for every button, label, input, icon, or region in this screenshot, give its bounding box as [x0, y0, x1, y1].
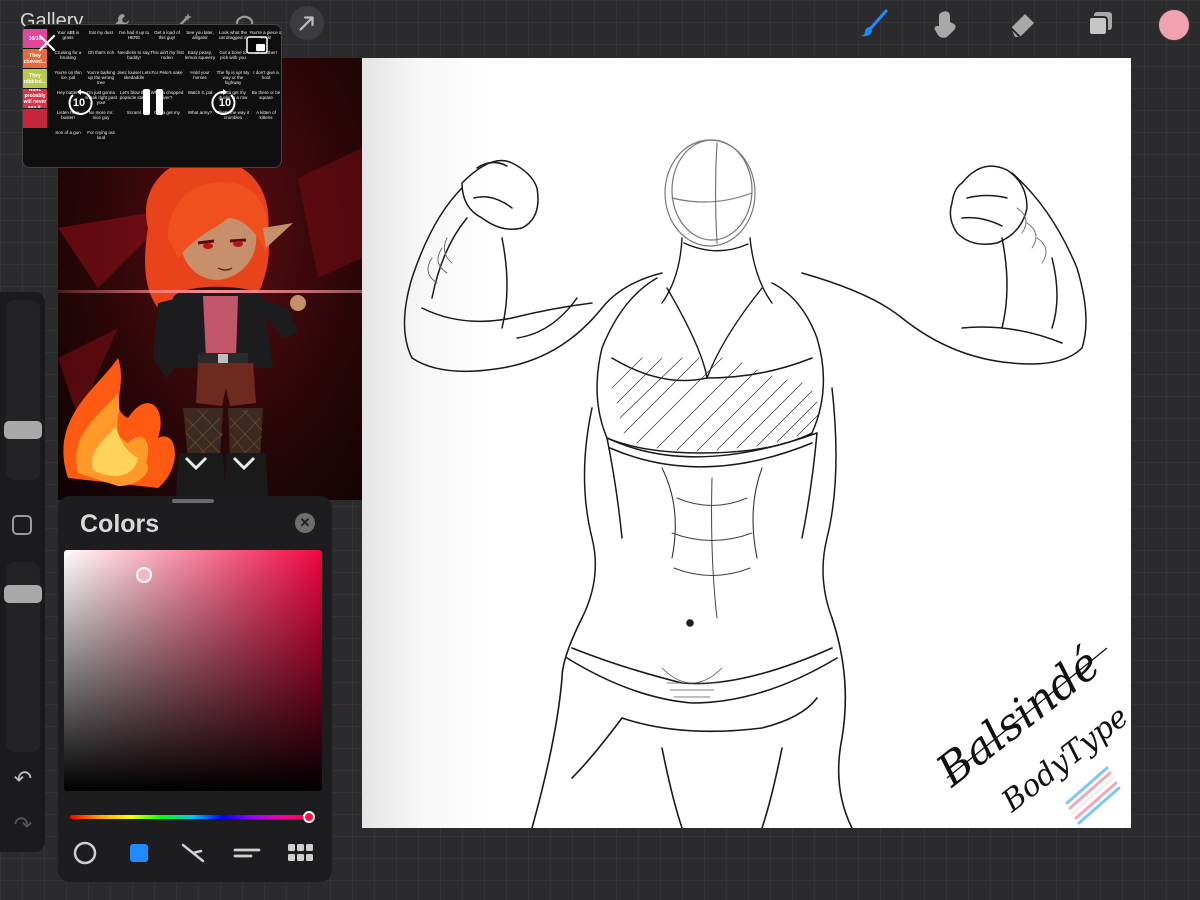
tier-label: They nibbled... [23, 69, 47, 88]
phrase-cell: Oh that's rich [87, 50, 115, 55]
skip-back-icon[interactable]: 10 [65, 89, 93, 117]
harmony-icon[interactable] [179, 842, 207, 864]
phrase-cell: I've had it up to HERE [118, 30, 150, 41]
flag-lines [1065, 766, 1121, 825]
sidebar: ↶ ↷ [0, 292, 45, 852]
phrase-cell: Needless to say, buddy! [117, 50, 151, 61]
phrase-cell: Son of a gun [55, 130, 81, 135]
brush-size-handle[interactable] [4, 420, 42, 439]
phrase-cell: Jeez louise! Lets skedaddle [117, 70, 151, 81]
signature: Balsindé BodyType [927, 638, 1131, 820]
figure-sketch: Balsindé BodyType [403, 139, 1131, 828]
undo-icon[interactable]: ↶ [10, 766, 36, 792]
eraser-icon[interactable] [1005, 6, 1041, 42]
value-icon[interactable] [233, 842, 261, 864]
opacity-handle[interactable] [4, 584, 42, 603]
skip-forward-label: 10 [218, 97, 232, 109]
laser-beam [58, 290, 362, 293]
phrase-cell: I don't give a hoot [253, 70, 279, 81]
phrase-cell: For Pete's sake [151, 70, 183, 75]
disc-icon[interactable] [71, 841, 99, 865]
smudge-icon[interactable] [928, 6, 964, 42]
phrase-cell: A kitten of kittens [256, 110, 276, 121]
phrase-cell: You're on thin ice, pal [54, 70, 82, 81]
drawing-canvas[interactable]: Balsindé BodyType [362, 58, 1131, 828]
left-arm-sketch [403, 159, 663, 373]
phrase-cell: See you later, alligator [186, 30, 214, 41]
tier-label [23, 109, 47, 128]
skip-forward-icon[interactable]: 10 [211, 89, 239, 117]
panel-grabber[interactable] [172, 499, 214, 503]
phrase-cell: Hold your horses [190, 70, 210, 81]
top-hatching [611, 357, 821, 452]
phrase-cell: This ain't my first rodeo [150, 50, 184, 61]
phrase-cell: Eat my dust [89, 30, 113, 35]
saturation-value-picker[interactable] [64, 550, 322, 791]
phrase-cell: For crying out loud [87, 130, 115, 141]
phrase-cell: Be there or be square [251, 90, 281, 101]
torso-sketch [581, 277, 837, 627]
hue-slider[interactable] [70, 815, 314, 819]
transform-arrow-icon[interactable] [290, 6, 324, 40]
phrase-cell: Get a load of this guy! [154, 30, 180, 41]
layers-icon[interactable] [1082, 6, 1118, 42]
hue-slider-knob[interactable] [303, 811, 316, 823]
modify-button[interactable] [12, 515, 32, 535]
redo-icon[interactable]: ↷ [10, 812, 36, 838]
video-overlay[interactable]: 10/10 They chewed... They nibbled... Nom. p… [22, 24, 282, 168]
skip-back-label: 10 [72, 97, 86, 109]
head-sketch [664, 139, 756, 247]
phrase-cell: You're barking up the wrong tree [86, 70, 116, 86]
pip-icon[interactable] [245, 35, 269, 55]
current-color-swatch[interactable] [1158, 9, 1190, 41]
pause-icon[interactable] [140, 87, 166, 117]
colors-panel: Colors ✕ [58, 496, 332, 882]
brush-icon[interactable] [855, 6, 891, 42]
phrase-cell: The fly is up! My way or the highway [216, 70, 250, 86]
close-panel-icon[interactable]: ✕ [295, 513, 315, 533]
color-picker-cursor[interactable] [136, 567, 152, 583]
brush-size-slider[interactable] [6, 300, 40, 480]
hips-sketch [531, 617, 853, 828]
colors-title: Colors [80, 510, 160, 538]
neck-sketch [661, 237, 773, 379]
right-arm-sketch [801, 165, 1087, 365]
tier-label: Nom. probably will never say it. [23, 89, 47, 108]
phrase-cell: Easy peasy, lemon squeezy [184, 50, 216, 61]
classic-icon[interactable] [125, 842, 153, 864]
palettes-icon[interactable] [287, 842, 315, 864]
close-icon[interactable] [35, 31, 59, 55]
